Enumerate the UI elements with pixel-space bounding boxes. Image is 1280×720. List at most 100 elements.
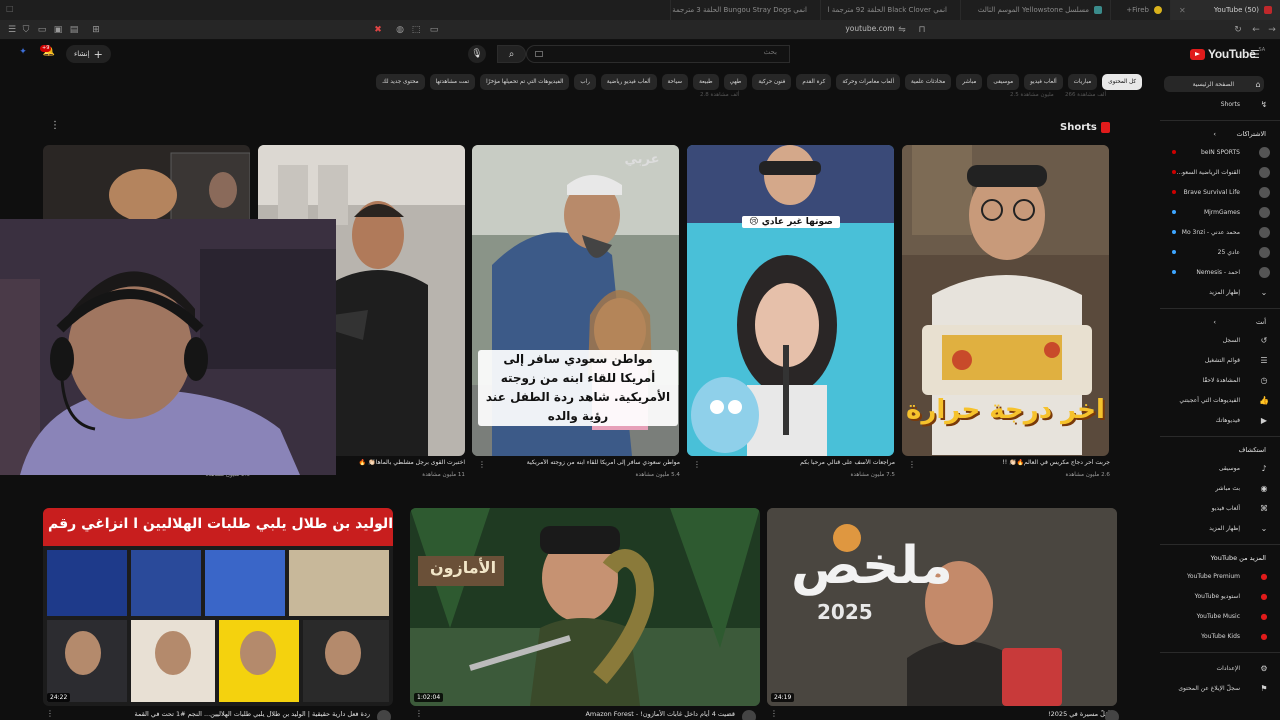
- sidebar-section-heading[interactable]: أنت: [1256, 318, 1266, 326]
- sidebar-item-gaming[interactable]: ⌘ ألعاب فيديو: [1160, 500, 1270, 516]
- sidebar-subscription[interactable]: عادي 25: [1160, 244, 1270, 260]
- sidebar-subscription[interactable]: احمد - Nemesis: [1160, 264, 1270, 280]
- video-menu-icon[interactable]: ⋮: [46, 709, 54, 718]
- sidebar-item-video[interactable]: ▶ فيديوهاتك: [1160, 412, 1270, 428]
- sidebar-item-clock[interactable]: ◷ المشاهدة لاحقًا: [1160, 372, 1270, 388]
- sidebar-subscription[interactable]: Brave Survival Life: [1160, 184, 1270, 200]
- back-icon[interactable]: ←: [1250, 24, 1262, 36]
- youtube-logo[interactable]: YouTube SA: [1190, 47, 1265, 61]
- address-bar[interactable]: youtube.com: [830, 24, 910, 33]
- filter-chip[interactable]: محادثات علمية: [905, 74, 952, 90]
- filter-chip[interactable]: محتوى جديد لك: [376, 74, 425, 90]
- browser-tab-black-clover[interactable]: انمي Black Clover الحلقة 92 مترجمة ا: [820, 0, 960, 20]
- extension-badge-icon[interactable]: ◍: [394, 24, 406, 36]
- filter-chip[interactable]: طبيعة: [693, 74, 719, 90]
- close-tab-icon[interactable]: ✕: [1179, 6, 1186, 15]
- more-vertical-icon[interactable]: ⋮: [50, 120, 60, 131]
- extensions-icon[interactable]: ⊞: [90, 24, 102, 36]
- sidebar-item-shorts[interactable]: ↯ Shorts: [1160, 96, 1270, 112]
- filter-chip[interactable]: كرة القدم: [796, 74, 832, 90]
- shield-icon[interactable]: ⛉: [20, 24, 32, 36]
- sidebar-item-gear[interactable]: ⚙ الإعدادات: [1160, 660, 1270, 676]
- video-menu-icon[interactable]: ⋮: [770, 709, 778, 718]
- voice-search-button[interactable]: 🎙: [468, 45, 486, 63]
- browser-tab-youtube[interactable]: (50) YouTube ✕: [1170, 0, 1280, 20]
- search-input[interactable]: [686, 49, 777, 56]
- search-button[interactable]: ⌕: [497, 45, 526, 63]
- video-title[interactable]: قضيت 4 أيام داخل غابات الأمازون! - Amazo…: [580, 710, 735, 718]
- sidebar-item-history[interactable]: ↺ السجل: [1160, 332, 1270, 348]
- reader-icon[interactable]: ▭: [36, 24, 48, 36]
- filter-chip[interactable]: موسيقى: [987, 74, 1020, 90]
- sidebar-item-home[interactable]: ⌂ الصفحة الرئيسية: [1164, 76, 1264, 92]
- short-card-3[interactable]: عربي مواطن سعودي سافر إلى أمريكا للقاء ا…: [472, 145, 679, 456]
- filter-chip[interactable]: كل المحتوى: [1102, 74, 1142, 90]
- window-icon[interactable]: □: [6, 4, 14, 13]
- menu-icon[interactable]: ☰: [6, 24, 18, 36]
- short-caption[interactable]: مراجعات الأسف على قنالي مرحبا بكم: [705, 459, 895, 466]
- screen-icon[interactable]: ▭: [428, 24, 440, 36]
- filter-chip[interactable]: ألعاب فيديو رياضية: [600, 74, 657, 90]
- browser-tab-bungou[interactable]: انمي Bungou Stray Dogs الحلقة 3 مترجمة: [670, 0, 820, 20]
- extension-red-icon[interactable]: ✖: [372, 24, 384, 36]
- channel-avatar[interactable]: [742, 710, 756, 720]
- filter-chip[interactable]: ألعاب فيديو: [1024, 74, 1063, 90]
- sidebar-item-chevron-down[interactable]: ⌄ إظهار المزيد: [1160, 520, 1270, 536]
- filter-chip[interactable]: مباشر: [956, 74, 983, 90]
- short-menu-icon[interactable]: ⋮: [908, 460, 916, 469]
- sidebar-subscription[interactable]: beIN SPORTS: [1160, 144, 1270, 160]
- sidebar-subscription[interactable]: محمد عدني - Mo 3nzi: [1160, 224, 1270, 240]
- sidebar-subscription[interactable]: القنوات الرياضية السعو...: [1160, 164, 1270, 180]
- sidebar-youtube-product[interactable]: ● استوديو YouTube: [1160, 588, 1270, 604]
- short-card-2[interactable]: صوتها غير عادي 😢: [687, 145, 894, 456]
- extension-icon[interactable]: ⬚: [410, 24, 422, 36]
- video-menu-icon[interactable]: ⋮: [415, 709, 423, 718]
- filter-chip[interactable]: الفيديوهات التي تم تحميلها مؤخرًا: [480, 74, 570, 90]
- sidebar-youtube-product[interactable]: ● YouTube Music: [1160, 608, 1270, 624]
- sidebar-item-like[interactable]: 👍 الفيديوهات التي أعجبتني: [1160, 392, 1270, 408]
- video-title[interactable]: ردة فعل دارية حقيقية | الوليد بن طلال يل…: [100, 710, 370, 718]
- filter-chip[interactable]: تمت مشاهدتها: [429, 74, 476, 90]
- keyboard-icon[interactable]: [535, 51, 543, 57]
- browser-tab-fireb[interactable]: Fireb+: [1110, 0, 1170, 20]
- sidebar-item-flag[interactable]: ⚑ سجلّ الإبلاغ عن المحتوى: [1160, 680, 1270, 696]
- sidebar-show-more[interactable]: ⌄ إظهار المزيد: [1160, 284, 1270, 300]
- filter-chip[interactable]: راب: [574, 74, 596, 90]
- sidebar-item-music[interactable]: ♪ موسيقى: [1160, 460, 1270, 476]
- video-title[interactable]: أقلّ مسيرة في 2025!: [1010, 710, 1110, 718]
- bookmark-icon[interactable]: ⊓: [916, 24, 928, 36]
- account-avatar[interactable]: ✦: [18, 47, 28, 57]
- chevron-right-icon[interactable]: ›: [1213, 318, 1216, 326]
- video-card-2[interactable]: الأمازون 1:02:04: [410, 508, 760, 706]
- search-box[interactable]: [526, 45, 790, 63]
- sidebar-section-heading[interactable]: الاشتراكات: [1236, 130, 1266, 138]
- sidebar-item-live[interactable]: ◉ بث مباشر: [1160, 480, 1270, 496]
- short-menu-icon[interactable]: ⋮: [478, 460, 486, 469]
- sidebar-youtube-product[interactable]: ● YouTube Premium: [1160, 568, 1270, 584]
- channel-avatar[interactable]: [377, 710, 391, 720]
- sidebar-icon[interactable]: ▤: [68, 24, 80, 36]
- youtube-favicon-icon: [1264, 6, 1272, 14]
- tabs-icon[interactable]: ▣: [52, 24, 64, 36]
- browser-tab-yellowstone[interactable]: مسلسل Yellowstone الموسم الثالث: [960, 0, 1110, 20]
- sidebar-item-playlist[interactable]: ☰ قوائم التشغيل: [1160, 352, 1270, 368]
- filter-chip[interactable]: سياحة: [661, 74, 689, 90]
- short-caption[interactable]: جربت أحر دجاج مكريس في العالم🔥👏🏻 !!: [920, 459, 1110, 466]
- forward-icon[interactable]: →: [1266, 24, 1278, 36]
- short-card-1[interactable]: اخر درجة حرارة: [902, 145, 1109, 456]
- video-card-3[interactable]: الوليد بن طلال يلبي طلبات الهلاليين ا ان…: [43, 508, 393, 706]
- filter-chip[interactable]: مباريات: [1067, 74, 1098, 90]
- channel-avatar[interactable]: [1105, 710, 1119, 720]
- video-card-1[interactable]: ملخص 2025 24:19: [767, 508, 1117, 706]
- filter-chip[interactable]: فنون حركية: [752, 74, 792, 90]
- short-caption[interactable]: مواطن سعودي سافر إلى أمريكا للقاء ابنه م…: [490, 459, 680, 466]
- chevron-right-icon[interactable]: ›: [1213, 130, 1216, 138]
- create-button[interactable]: + إنشاء: [66, 45, 111, 63]
- filter-chip[interactable]: طهي: [723, 74, 748, 90]
- sidebar-youtube-product[interactable]: ● YouTube Kids: [1160, 628, 1270, 644]
- short-menu-icon[interactable]: ⋮: [693, 460, 701, 469]
- channel-avatar: [1259, 186, 1270, 198]
- sidebar-subscription[interactable]: MjrmGames: [1160, 204, 1270, 220]
- filter-chip[interactable]: ألعاب مغامرات وحركة: [836, 74, 901, 90]
- refresh-icon[interactable]: ↻: [1232, 24, 1244, 36]
